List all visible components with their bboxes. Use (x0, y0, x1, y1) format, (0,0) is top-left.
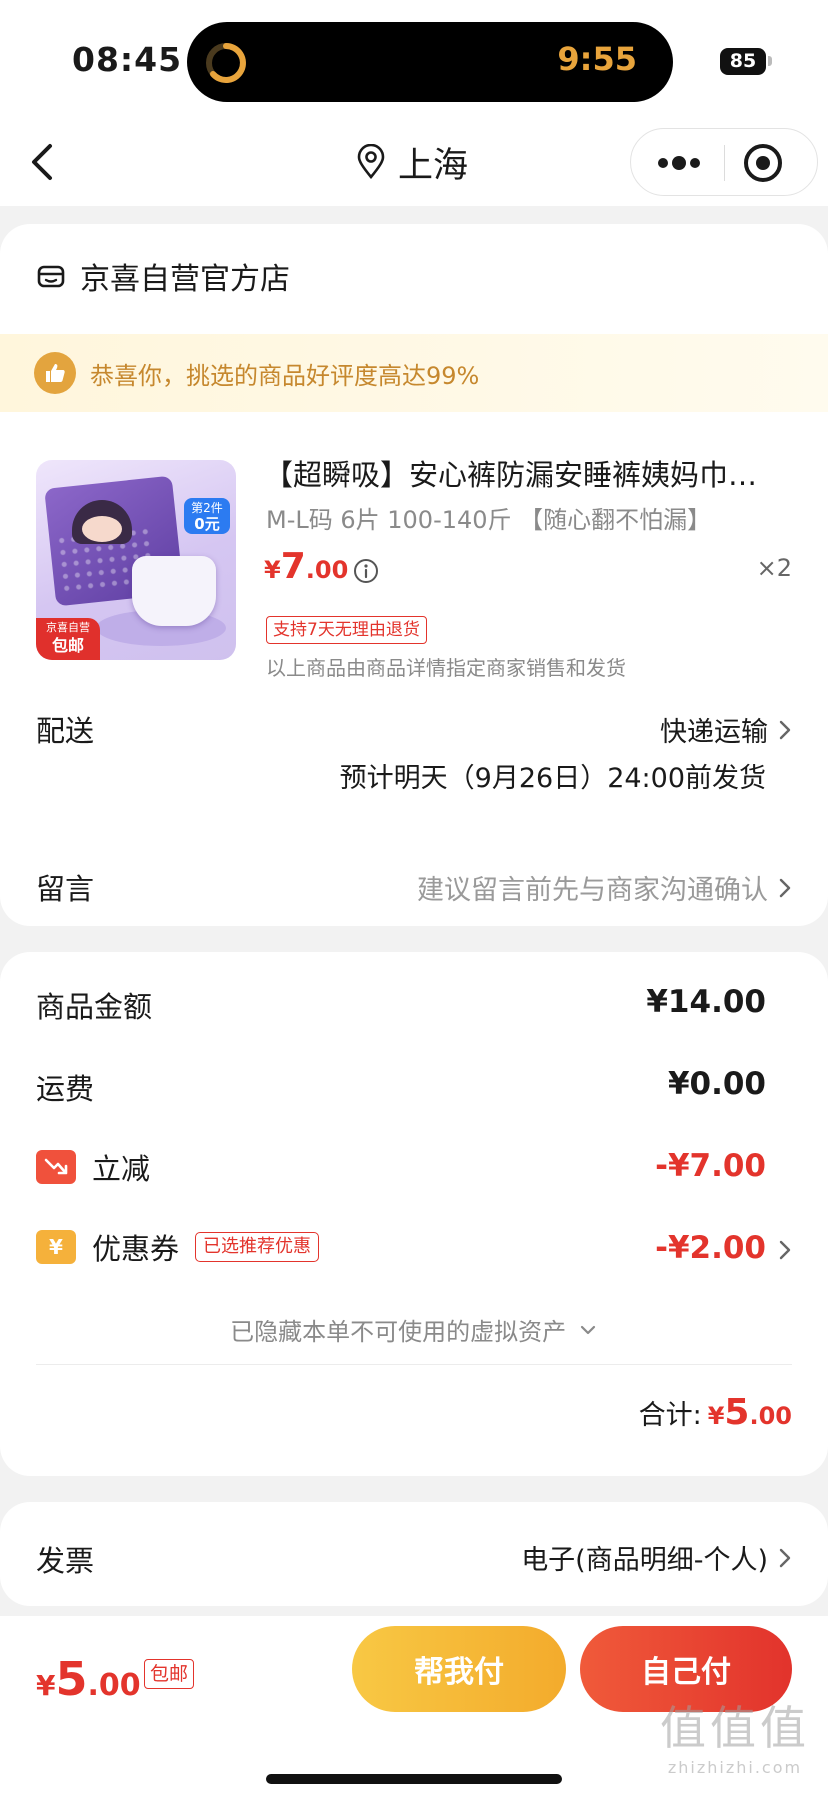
self-operated-badge: 京喜自营 包邮 (36, 618, 100, 660)
notice-text: 恭喜你，挑选的商品好评度高达99% (90, 361, 480, 390)
timer-ring-icon (206, 43, 246, 83)
store-header[interactable]: 京喜自营官方店 (36, 252, 290, 300)
discount-label: 立减 (92, 1152, 151, 1186)
mini-program-capsule (630, 128, 818, 196)
free-shipping-tag: 包邮 (144, 1659, 195, 1689)
product-spec: M-L码 6片 100-140斤 【随心翻不怕漏】 (266, 506, 712, 534)
product-image[interactable]: 第2件 0元 京喜自营 包邮 (36, 460, 236, 660)
chevron-right-icon (779, 720, 791, 739)
store-icon (37, 265, 65, 288)
divider (36, 1364, 792, 1365)
total-row: 合计: ¥5.00 (639, 1392, 792, 1433)
dynamic-island: 9:55 (187, 22, 673, 102)
product-quantity: ×2 (756, 554, 792, 582)
coupon-row[interactable]: ¥ 优惠券 已选推荐优惠 (36, 1226, 320, 1268)
subtotal-label: 商品金额 (36, 990, 153, 1024)
message-hint: 建议留言前先与商家沟通确认 (417, 875, 768, 906)
discount-value: -¥7.00 (655, 1148, 766, 1184)
promo-tag: 第2件 0元 (184, 498, 230, 534)
invoice-label: 发票 (36, 1544, 95, 1578)
total-label: 合计: (638, 1400, 702, 1431)
chevron-down-icon (580, 1325, 595, 1334)
amount-card: 商品金额 ¥14.00 运费 ¥0.00 立减 -¥7.00 ¥ 优惠券 已选推… (0, 952, 828, 1476)
thumbs-up-icon (34, 352, 76, 394)
diaper-shape (132, 556, 216, 626)
coupon-icon: ¥ (36, 1230, 76, 1264)
invoice-card: 发票 电子(商品明细-个人) (0, 1502, 828, 1606)
watermark: 值值值 zhizhizhi.com (660, 1701, 810, 1777)
more-icon[interactable] (651, 143, 707, 183)
chevron-right-icon (779, 878, 791, 897)
location-pin-icon (357, 144, 385, 180)
delivery-method: 快递运输 (660, 717, 768, 748)
battery-icon: 85 (720, 48, 766, 75)
invoice-value: 电子(商品明细-个人) (521, 1545, 768, 1576)
close-target-icon[interactable] (741, 141, 785, 185)
hidden-assets-toggle[interactable]: 已隐藏本单不可使用的虚拟资产 (0, 1312, 828, 1347)
location-text: 上海 (398, 145, 469, 186)
status-bar: 08:45 9:55 85 (0, 0, 828, 118)
battery-tip (768, 56, 772, 66)
message-row[interactable]: 建议留言前先与商家沟通确认 (417, 868, 792, 907)
discount-row: 立减 (36, 1146, 150, 1188)
chevron-right-icon[interactable] (778, 1239, 792, 1261)
price-drop-icon (36, 1150, 76, 1184)
order-card: 京喜自营官方店 恭喜你，挑选的商品好评度高达99% 第2件 0元 京喜自营 包邮… (0, 224, 828, 926)
seller-note: 以上商品由商品详情指定商家销售和发货 (266, 656, 626, 680)
delivery-label: 配送 (36, 714, 95, 748)
coupon-value[interactable]: -¥2.00 (655, 1230, 766, 1266)
chevron-right-icon (779, 1548, 791, 1567)
invoice-row[interactable]: 电子(商品明细-个人) (521, 1538, 792, 1577)
back-arrow-icon[interactable] (20, 138, 68, 186)
nav-bar: 上海 (0, 118, 828, 206)
store-name: 京喜自营官方店 (80, 262, 290, 297)
capsule-divider (724, 145, 725, 181)
island-timer-text: 9:55 (557, 40, 637, 78)
product-price: ¥7.00 (264, 546, 349, 587)
delivery-eta: 预计明天（9月26日）24:00前发货 (339, 763, 766, 794)
help-pay-button[interactable]: 帮我付 (352, 1626, 566, 1712)
status-time: 08:45 (72, 40, 183, 79)
checkout-price: ¥5.00 (36, 1652, 141, 1706)
delivery-method-row[interactable]: 快递运输 (660, 710, 792, 749)
shipping-value: ¥0.00 (667, 1066, 766, 1102)
info-icon[interactable] (353, 558, 379, 584)
rating-notice: 恭喜你，挑选的商品好评度高达99% (0, 334, 828, 412)
package-face (82, 516, 122, 542)
return-policy-tag: 支持7天无理由退货 (266, 616, 427, 644)
home-indicator (266, 1774, 562, 1784)
coupon-recommend-tag: 已选推荐优惠 (195, 1232, 320, 1262)
message-label: 留言 (36, 872, 95, 906)
shipping-label: 运费 (36, 1072, 95, 1106)
subtotal-value: ¥14.00 (646, 984, 766, 1020)
total-price: ¥5.00 (707, 1392, 792, 1433)
hidden-assets-text: 已隐藏本单不可使用的虚拟资产 (230, 1318, 567, 1346)
product-title[interactable]: 【超瞬吸】安心裤防漏安睡裤姨妈巾… (264, 452, 804, 494)
location-selector[interactable]: 上海 (356, 138, 468, 186)
coupon-label: 优惠券 (92, 1232, 180, 1266)
